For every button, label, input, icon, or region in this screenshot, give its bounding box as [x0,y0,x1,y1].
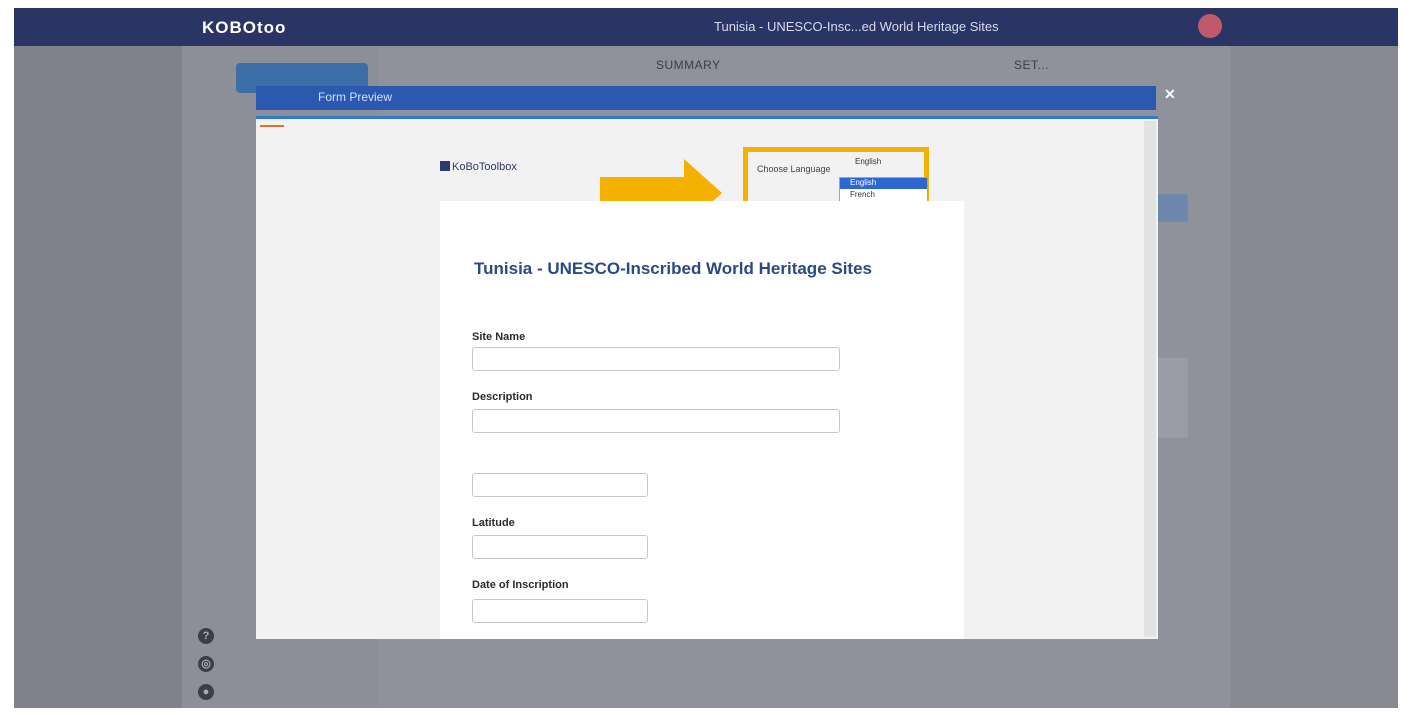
project-title: Tunisia - UNESCO-Insc...ed World Heritag… [714,19,999,34]
form-title: Tunisia - UNESCO-Inscribed World Heritag… [474,259,872,278]
question-label-date-of-inscription: Date of Inscription [472,579,569,591]
modal-header: Form Preview [256,86,1156,110]
question-label-latitude: Latitude [472,517,515,529]
right-panel [1230,46,1398,708]
latitude-input[interactable] [472,535,648,559]
help-icon[interactable]: ? [198,628,214,644]
longitude-input[interactable] [472,473,648,497]
side-action-button[interactable] [1154,194,1188,222]
modal-scrollbar[interactable] [1144,121,1156,637]
github-icon[interactable]: ● [198,684,214,700]
left-rail [14,46,182,708]
form-preview-modal: KoBoToolbox Choose Language English Engl… [256,116,1158,639]
kobo-logo[interactable]: KOBOtoo [202,18,286,38]
accent-bar [260,125,284,127]
date-of-inscription-input[interactable] [472,599,648,623]
description-input[interactable] [472,409,840,433]
language-select[interactable]: English [855,157,920,173]
tab-summary[interactable]: SUMMARY [656,58,721,72]
choose-language-label: Choose Language [757,164,831,174]
side-card [1154,358,1188,438]
project-subnav: SUMMARY SET... [378,46,1230,82]
close-icon[interactable]: ✕ [1164,86,1194,104]
kobotoolbox-brand: KoBoToolbox [440,161,517,173]
question-label-site-name: Site Name [472,331,526,343]
top-bar: KOBOtoo Tunisia - UNESCO-Insc...ed World… [14,8,1398,46]
site-name-input[interactable] [472,347,840,371]
tab-settings[interactable]: SET... [1014,58,1049,72]
kobo-logo-icon [440,161,450,171]
question-label-description: Description [472,391,533,403]
support-icon[interactable]: ◎ [198,656,214,672]
form-card: Tunisia - UNESCO-Inscribed World Heritag… [440,201,964,639]
avatar[interactable] [1198,14,1222,38]
language-option-french[interactable]: French [840,190,927,201]
brand-label: KoBoToolbox [452,161,517,173]
language-option-english[interactable]: English [840,178,927,189]
modal-title: Form Preview [318,90,393,104]
